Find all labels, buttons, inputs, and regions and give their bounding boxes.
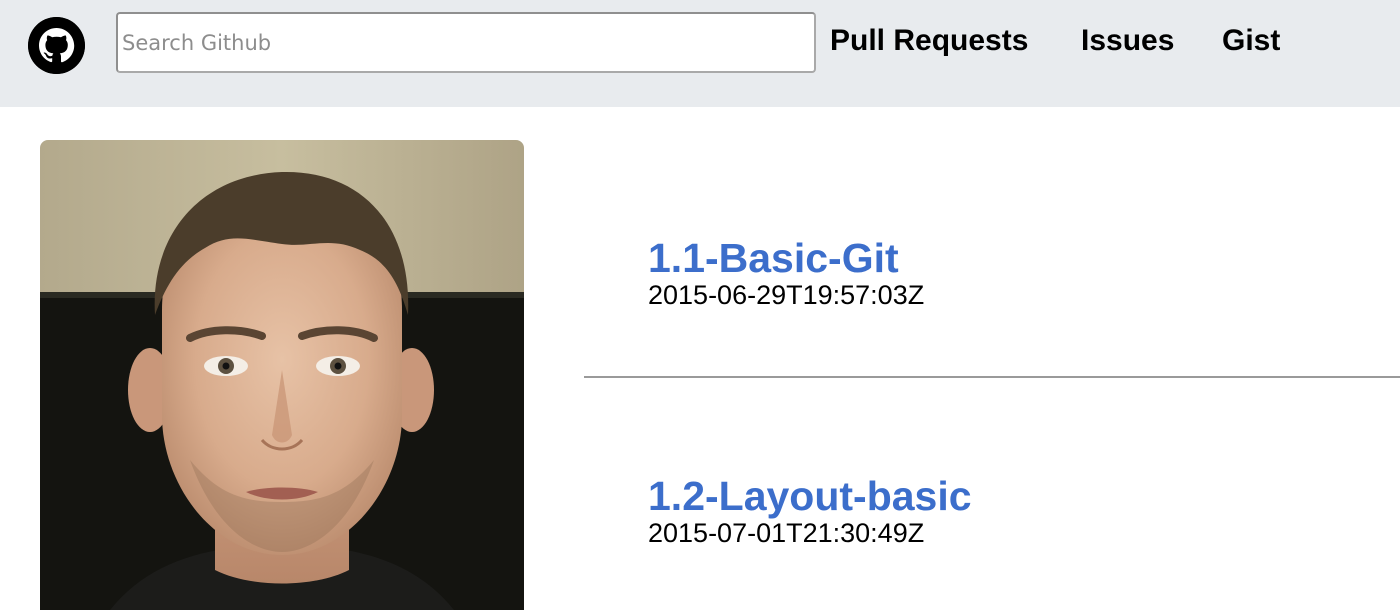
search-input[interactable] — [116, 12, 816, 73]
nav-pull-requests[interactable]: Pull Requests — [830, 22, 1028, 60]
top-header: Pull Requests Issues Gist — [0, 0, 1400, 107]
nav-gist[interactable]: Gist — [1222, 22, 1280, 60]
repo-item: 1.2-Layout-basic 2015-07-01T21:30:49Z — [648, 474, 972, 548]
repo-item: 1.1-Basic-Git 2015-06-29T19:57:03Z — [648, 236, 924, 310]
user-avatar — [40, 140, 524, 610]
repo-updated-date: 2015-06-29T19:57:03Z — [648, 280, 925, 310]
repo-name-link[interactable]: 1.2-Layout-basic — [648, 474, 972, 518]
github-logo-icon[interactable] — [28, 17, 85, 74]
repo-divider — [584, 376, 1400, 378]
repo-name-link[interactable]: 1.1-Basic-Git — [648, 236, 924, 280]
repo-updated-date: 2015-07-01T21:30:49Z — [648, 518, 925, 548]
nav-issues[interactable]: Issues — [1081, 22, 1174, 60]
